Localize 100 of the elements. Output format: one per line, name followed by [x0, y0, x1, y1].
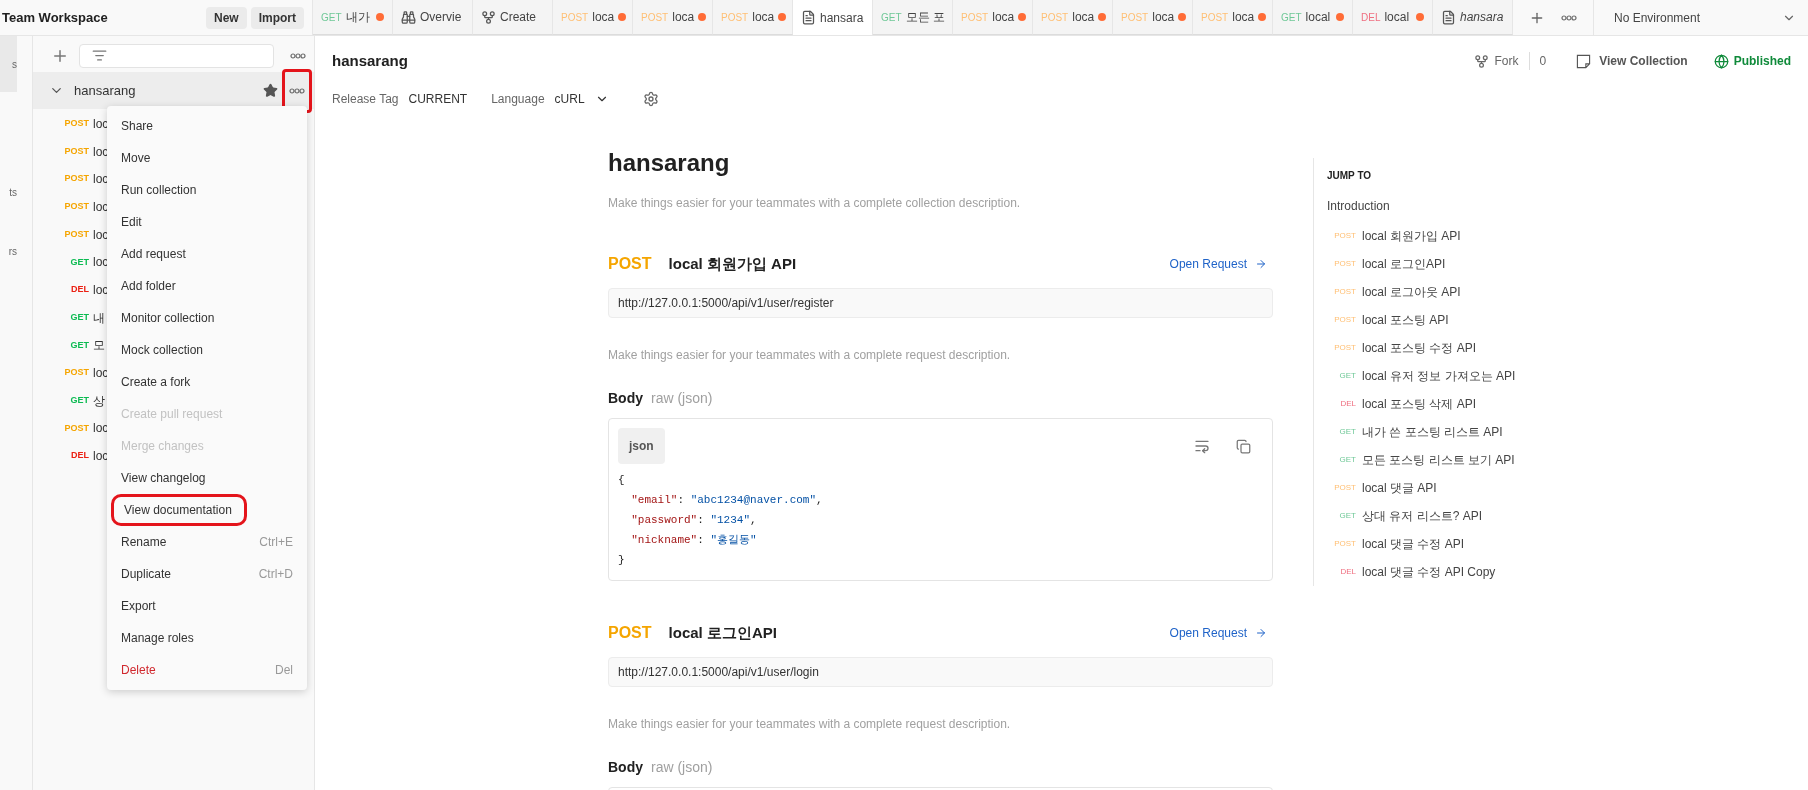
jump-link[interactable]: POST local 댓글 수정 API: [1327, 530, 1613, 558]
jump-link[interactable]: POST local 포스팅 API: [1327, 306, 1613, 334]
jump-link[interactable]: DEL local 포스팅 삭제 API: [1327, 390, 1613, 418]
more-icon[interactable]: [290, 52, 306, 59]
jump-link[interactable]: Introduction: [1327, 197, 1613, 215]
menu-item[interactable]: Monitor collection: [111, 302, 303, 334]
fork-button[interactable]: Fork: [1494, 52, 1519, 70]
menu-item[interactable]: Add folder: [111, 270, 303, 302]
jump-link[interactable]: POST local 포스팅 수정 API: [1327, 334, 1613, 362]
request-name: 내: [93, 309, 105, 327]
collection-name[interactable]: hansarang: [74, 80, 136, 101]
jump-link[interactable]: DEL local 댓글 수정 API Copy: [1327, 558, 1613, 586]
menu-item[interactable]: Edit: [111, 206, 303, 238]
more-icon[interactable]: [1561, 14, 1577, 21]
method-label: GET: [69, 255, 89, 269]
code-line: "nickname": "홍길동": [630, 533, 758, 548]
tab[interactable]: POST loca: [1113, 0, 1193, 35]
menu-item[interactable]: Rename Ctrl+E: [111, 526, 303, 558]
jump-to-heading: JUMP TO: [1327, 169, 1373, 183]
menu-item[interactable]: View changelog: [111, 462, 303, 494]
more-icon[interactable]: [289, 87, 305, 94]
method-label: GET: [69, 338, 89, 352]
jump-link[interactable]: GET 내가 쓴 포스팅 리스트 API: [1327, 418, 1613, 446]
nav-item[interactable]: s: [0, 36, 17, 92]
method-label: GET: [1338, 510, 1356, 522]
tab[interactable]: Create: [473, 0, 553, 35]
menu-item[interactable]: Move: [111, 142, 303, 174]
tab[interactable]: Overvie: [393, 0, 473, 35]
doc-title: hansarang: [608, 148, 731, 178]
jump-link[interactable]: GET local 유저 정보 가져오는 API: [1327, 362, 1613, 390]
tab[interactable]: hansara: [1433, 0, 1513, 35]
release-tag-value[interactable]: CURRENT: [408, 90, 468, 108]
menu-item[interactable]: Manage roles: [111, 622, 303, 654]
tab[interactable]: DEL local: [1353, 0, 1433, 35]
nav-item[interactable]: ts: [0, 182, 17, 202]
menu-item[interactable]: Create a fork: [111, 366, 303, 398]
tab-label: Overvie: [420, 9, 462, 26]
jump-link[interactable]: GET 모든 포스팅 리스트 보기 API: [1327, 446, 1613, 474]
menu-item[interactable]: Duplicate Ctrl+D: [111, 558, 303, 590]
method-label: POST: [561, 10, 589, 25]
nav-item[interactable]: rs: [0, 241, 17, 261]
settings-icon[interactable]: [642, 91, 659, 107]
method-label: POST: [1201, 10, 1229, 25]
jump-link[interactable]: GET 상대 유저 리스트? API: [1327, 502, 1613, 530]
request-name: loc: [93, 420, 109, 438]
fork-icon: [1473, 53, 1489, 69]
jump-label: local 로그아웃 API: [1362, 284, 1461, 301]
tab[interactable]: POST loca: [553, 0, 633, 35]
tab-label: loca: [1072, 9, 1095, 26]
jump-link[interactable]: POST local 댓글 API: [1327, 474, 1613, 502]
method-label: GET: [321, 10, 342, 25]
tab-label: loca: [1152, 9, 1175, 26]
view-collection-button[interactable]: View Collection: [1576, 52, 1688, 70]
tab[interactable]: POST loca: [1033, 0, 1113, 35]
menu-item[interactable]: Run collection: [111, 174, 303, 206]
method-label: POST: [961, 10, 989, 25]
menu-item[interactable]: Delete Del: [111, 654, 303, 686]
method-label: POST: [63, 421, 89, 435]
body-label: Body: [608, 389, 643, 408]
menu-item[interactable]: Add request: [111, 238, 303, 270]
release-tag-label: Release Tag: [332, 91, 399, 108]
tab[interactable]: POST loca: [633, 0, 713, 35]
jump-link[interactable]: POST local 로그아웃 API: [1327, 278, 1613, 306]
tab[interactable]: hansara: [793, 0, 873, 35]
header-button[interactable]: New: [205, 6, 247, 29]
open-request-link[interactable]: Open Request: [1169, 624, 1267, 642]
menu-item[interactable]: View documentation: [111, 494, 247, 526]
tab[interactable]: POST loca: [953, 0, 1033, 35]
menu-item[interactable]: Export: [111, 590, 303, 622]
environment-select[interactable]: No Environment: [1593, 0, 1808, 35]
jump-label: 내가 쓴 포스팅 리스트 API: [1362, 424, 1503, 441]
method-label: POST: [63, 172, 89, 186]
tab[interactable]: POST loca: [1193, 0, 1273, 35]
language-select[interactable]: cURL: [554, 90, 609, 108]
code-language: json: [618, 428, 665, 464]
method-label: POST: [1333, 314, 1356, 326]
tab[interactable]: POST loca: [713, 0, 793, 35]
method-label: DEL: [70, 283, 89, 297]
menu-item[interactable]: Mock collection: [111, 334, 303, 366]
menu-item[interactable]: Share: [111, 110, 303, 142]
copy-icon[interactable]: [1236, 438, 1251, 454]
open-request-link[interactable]: Open Request: [1169, 255, 1267, 273]
request-name: loc: [93, 171, 109, 189]
filter-icon[interactable]: [92, 48, 107, 63]
tab-label: loca: [592, 9, 615, 26]
tab[interactable]: GET 모든 포: [873, 0, 953, 35]
jump-label: local 댓글 수정 API Copy: [1362, 564, 1496, 581]
collection-title: hansarang: [332, 50, 408, 71]
published-status[interactable]: Published: [1713, 52, 1791, 70]
wrap-icon[interactable]: [1194, 438, 1210, 454]
star-icon[interactable]: [263, 83, 278, 98]
shortcut-label: Ctrl+E: [259, 534, 293, 551]
search-field[interactable]: [79, 43, 274, 68]
jump-link[interactable]: POST local 회원가입 API: [1327, 222, 1613, 250]
jump-link[interactable]: POST local 로그인API: [1327, 250, 1613, 278]
tab[interactable]: GET local: [1273, 0, 1353, 35]
code-line: "password": "1234",: [630, 513, 758, 528]
header-button[interactable]: Import: [250, 6, 304, 29]
tab[interactable]: GET 내가: [313, 0, 393, 35]
jump-label: local 로그인API: [1362, 256, 1446, 273]
